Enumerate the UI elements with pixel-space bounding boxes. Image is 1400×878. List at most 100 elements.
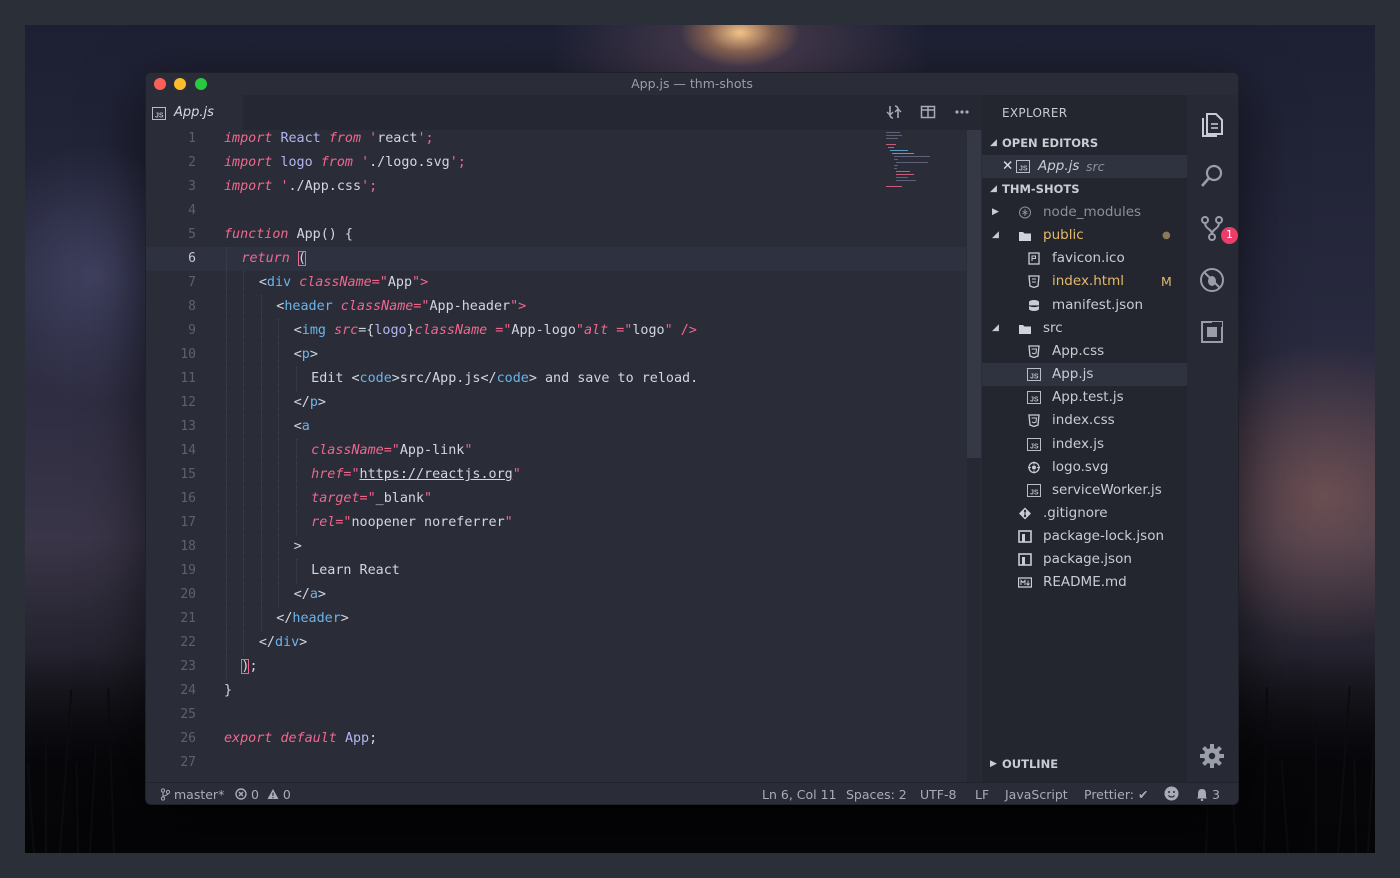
code-token: App — [387, 275, 413, 290]
cursor-position[interactable]: Ln 6, Col 11 — [762, 787, 837, 802]
tree-folder-node-modules[interactable]: ▶ node_modules — [982, 201, 1187, 224]
code-line[interactable]: 13 <a — [146, 415, 966, 439]
error-icon — [235, 788, 247, 800]
code-line[interactable]: 4 — [146, 199, 966, 223]
tree-file-serviceworker-js[interactable]: JS serviceWorker.js — [982, 479, 1187, 502]
code-text: className="App-link" — [311, 439, 472, 463]
code-line[interactable]: 14 className="App-link" — [146, 439, 966, 463]
tree-item-label: serviceWorker.js — [1052, 481, 1162, 498]
outline-section[interactable]: ▶ OUTLINE — [982, 753, 1187, 776]
close-icon[interactable]: ✕ — [1002, 155, 1013, 178]
editor-scrollbar[interactable] — [967, 130, 981, 782]
debug-icon[interactable] — [1199, 267, 1225, 293]
code-line[interactable]: 24} — [146, 679, 966, 703]
open-editors-section[interactable]: ◢ OPEN EDITORS — [982, 132, 1187, 155]
folder-icon — [1019, 232, 1031, 242]
code-line[interactable]: 5 function App() { — [146, 223, 966, 247]
indent-guide — [243, 511, 245, 535]
code-line[interactable]: 20 </a> — [146, 583, 966, 607]
tree-file-app-css[interactable]: App.css — [982, 340, 1187, 363]
scrollbar-thumb[interactable] — [967, 130, 981, 458]
tree-file-logo-svg[interactable]: logo.svg — [982, 456, 1187, 479]
tree-file-index-html[interactable]: index.html M — [982, 270, 1187, 293]
code-token: =" — [359, 491, 376, 506]
code-token: import — [224, 179, 273, 194]
tab-app-js[interactable]: JS App.js — [146, 95, 243, 130]
indentation-status[interactable]: Spaces: 2 — [846, 787, 907, 802]
code-line[interactable]: 1 import React from 'react'; — [146, 130, 966, 151]
minimap[interactable] — [886, 130, 966, 190]
code-line[interactable]: 16 target="_blank" — [146, 487, 966, 511]
modified-dot-icon: ● — [1162, 230, 1171, 242]
code-line[interactable]: 19 Learn React — [146, 559, 966, 583]
code-line[interactable]: 8 <header className="App-header"> — [146, 295, 966, 319]
code-line[interactable]: 10 <p> — [146, 343, 966, 367]
code-line[interactable]: 6 return ( — [146, 247, 966, 271]
chevron-down-icon: ◢ — [992, 230, 999, 241]
notifications-status[interactable]: 3 — [1196, 787, 1220, 802]
code-line[interactable]: 25 — [146, 703, 966, 727]
code-line[interactable]: 11 Edit <code>src/App.js</code> and save … — [146, 367, 966, 391]
tree-file-index-css[interactable]: index.css — [982, 409, 1187, 432]
tree-file-app-js[interactable]: JS App.js — [982, 363, 1187, 387]
tree-file-package-lock-json[interactable]: package-lock.json — [982, 525, 1187, 548]
code-line[interactable]: 3 import './App.css'; — [146, 175, 966, 199]
tree-item-label: README.md — [1043, 574, 1127, 591]
tree-file-app-test-js[interactable]: JS App.test.js — [982, 386, 1187, 409]
code-area[interactable]: 1 import React from 'react'; 2 import logo … — [146, 130, 966, 782]
indent-guide — [278, 559, 280, 583]
code-token: ' — [361, 155, 370, 170]
code-line[interactable]: 18 > — [146, 535, 966, 559]
code-line[interactable]: 27 — [146, 751, 966, 775]
status-bar: master* 0 0 Ln 6, Col 11 Spaces: 2 UTF-8… — [146, 782, 1238, 804]
tree-folder-public[interactable]: ◢ public ● — [982, 224, 1187, 247]
code-line[interactable]: 22 </div> — [146, 631, 966, 655]
encoding-status[interactable]: UTF-8 — [920, 787, 956, 802]
line-number: 13 — [180, 419, 196, 434]
code-line[interactable]: 2 import logo from './logo.svg'; — [146, 151, 966, 175]
files-icon[interactable] — [1199, 111, 1225, 137]
line-number: 20 — [180, 587, 196, 602]
code-line[interactable]: 23); — [146, 655, 966, 679]
branch-status[interactable]: master* — [160, 787, 224, 802]
indent-guide — [226, 559, 228, 583]
split-editor-icon[interactable] — [920, 104, 936, 124]
tree-item-label: node_modules — [1043, 204, 1142, 220]
code-token: < — [293, 419, 302, 434]
code-line[interactable]: 9 <img src={logo}className ="App-logo"alt… — [146, 319, 966, 343]
language-mode[interactable]: JavaScript — [1005, 787, 1068, 802]
open-editor-app-js[interactable]: ✕ JS App.js src — [982, 155, 1187, 178]
eol-status[interactable]: LF — [975, 787, 989, 802]
tree-file-manifest-json[interactable]: manifest.json — [982, 294, 1187, 317]
code-line[interactable]: 26 export default App; — [146, 727, 966, 751]
tree-folder-src[interactable]: ◢ src — [982, 317, 1187, 340]
code-line[interactable]: 7 <div className="App"> — [146, 271, 966, 295]
warning-count: 0 — [282, 787, 291, 802]
code-line[interactable]: 12 </p> — [146, 391, 966, 415]
project-section[interactable]: ◢ THM-SHOTS — [982, 178, 1187, 201]
indent-guide — [260, 463, 263, 487]
extensions-icon[interactable] — [1199, 319, 1225, 345]
settings-gear-icon[interactable] — [1199, 743, 1225, 769]
open-changes-icon[interactable] — [886, 104, 902, 124]
tree-file-readme-md[interactable]: README.md — [982, 571, 1187, 594]
feedback-smiley-icon[interactable] — [1164, 786, 1179, 804]
indent-guide — [260, 295, 263, 319]
window-title: App.js — thm-shots — [631, 76, 753, 91]
tree-file-favicon-ico[interactable]: favicon.ico — [982, 247, 1187, 270]
code-token: =" — [616, 323, 633, 338]
code-token: src — [334, 323, 359, 338]
more-actions-icon[interactable] — [954, 104, 970, 124]
code-line[interactable]: 21 </header> — [146, 607, 966, 631]
code-line[interactable]: 15 href="https://reactjs.org" — [146, 463, 966, 487]
code-token: > — [293, 539, 302, 554]
code-token: rel — [311, 515, 336, 530]
tree-file-package-json[interactable]: package.json — [982, 548, 1187, 571]
bell-icon — [1197, 789, 1207, 802]
problems-status[interactable]: 0 0 — [235, 787, 291, 802]
prettier-status[interactable]: Prettier: ✔ — [1084, 787, 1148, 802]
tree-file-index-js[interactable]: JS index.js — [982, 433, 1187, 456]
code-line[interactable]: 17 rel="noopener noreferrer" — [146, 511, 966, 535]
search-icon[interactable] — [1199, 163, 1225, 189]
tree-file-gitignore[interactable]: .gitignore — [982, 502, 1187, 525]
